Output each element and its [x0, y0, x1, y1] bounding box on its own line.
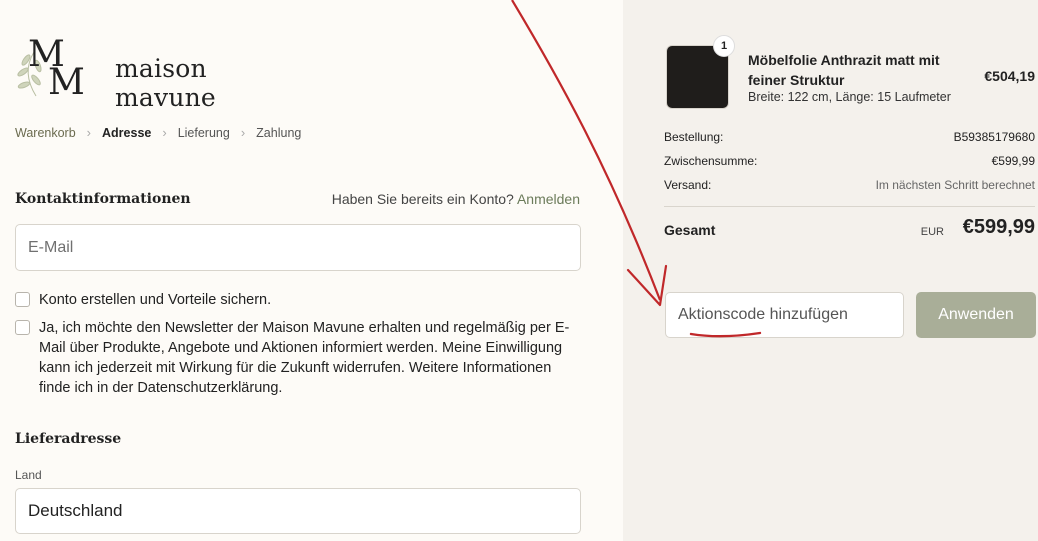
shipping-cost-row: Versand: Im nächsten Schritt berechnet: [664, 178, 1035, 192]
shipping-section-title: Lieferadresse: [15, 431, 122, 447]
product-price: €504,19: [984, 68, 1035, 84]
subtotal-label: Zwischensumme:: [664, 154, 758, 168]
promo-code-field[interactable]: [665, 292, 904, 338]
logo-monogram-icon: M M: [17, 34, 85, 100]
email-field[interactable]: [15, 224, 581, 271]
shipping-cost-value: Im nächsten Schritt berechnet: [875, 178, 1035, 192]
create-account-label: Konto erstellen und Vorteile sichern.: [39, 292, 272, 308]
breadcrumb-payment: Zahlung: [256, 125, 302, 140]
create-account-option[interactable]: Konto erstellen und Vorteile sichern.: [15, 290, 271, 310]
order-number-label: Bestellung:: [664, 130, 724, 144]
breadcrumb-delivery: Lieferung: [177, 125, 230, 140]
contact-section-title: Kontaktinformationen: [15, 191, 191, 207]
newsletter-option[interactable]: Ja, ich möchte den Newsletter der Maison…: [15, 318, 585, 398]
order-number-value: B59385179680: [953, 130, 1035, 144]
total-value: €599,99: [962, 216, 1035, 238]
apply-promo-button[interactable]: Anwenden: [916, 292, 1036, 338]
login-link[interactable]: Anmelden: [517, 191, 580, 207]
chevron-right-icon: ›: [86, 125, 92, 140]
chevron-right-icon: ›: [240, 125, 246, 140]
breadcrumb-address: Adresse: [102, 125, 152, 140]
create-account-checkbox[interactable]: [15, 292, 30, 307]
order-number-row: Bestellung: B59385179680: [664, 130, 1035, 144]
email-input[interactable]: [28, 238, 580, 257]
quantity-badge: 1: [713, 35, 735, 57]
checkout-form-panel: M M maison mavune Warenkorb › Adresse › …: [0, 0, 623, 541]
country-value: Deutschland: [28, 501, 123, 520]
svg-text:M: M: [48, 62, 85, 100]
brand-logo[interactable]: M M maison mavune: [14, 30, 314, 112]
brand-name: maison mavune: [115, 54, 216, 112]
shipping-cost-label: Versand:: [664, 178, 712, 192]
subtotal-value: €599,99: [991, 154, 1035, 168]
product-variant: Breite: 122 cm, Länge: 15 Laufmeter: [748, 90, 951, 104]
total-label: Gesamt: [664, 222, 716, 238]
subtotal-row: Zwischensumme: €599,99: [664, 154, 1035, 168]
product-name: Möbelfolie Anthrazit matt mit feiner Str…: [748, 52, 940, 88]
total-currency: EUR: [920, 226, 944, 238]
chevron-right-icon: ›: [162, 125, 167, 140]
newsletter-label: Ja, ich möchte den Newsletter der Maison…: [39, 320, 570, 396]
checkout-breadcrumb: Warenkorb › Adresse › Lieferung › Zahlun…: [15, 125, 301, 140]
breadcrumb-cart[interactable]: Warenkorb: [15, 126, 76, 140]
login-prompt: Haben Sie bereits ein Konto? Anmelden: [332, 191, 580, 207]
newsletter-checkbox[interactable]: [15, 320, 30, 335]
order-summary-panel: 1 Möbelfolie Anthrazit matt mit feiner S…: [623, 0, 1038, 541]
country-label: Land: [15, 468, 42, 482]
country-select[interactable]: Deutschland: [15, 488, 581, 534]
summary-divider: [664, 206, 1035, 207]
promo-code-input[interactable]: [678, 306, 903, 324]
login-prompt-text: Haben Sie bereits ein Konto?: [331, 191, 514, 207]
